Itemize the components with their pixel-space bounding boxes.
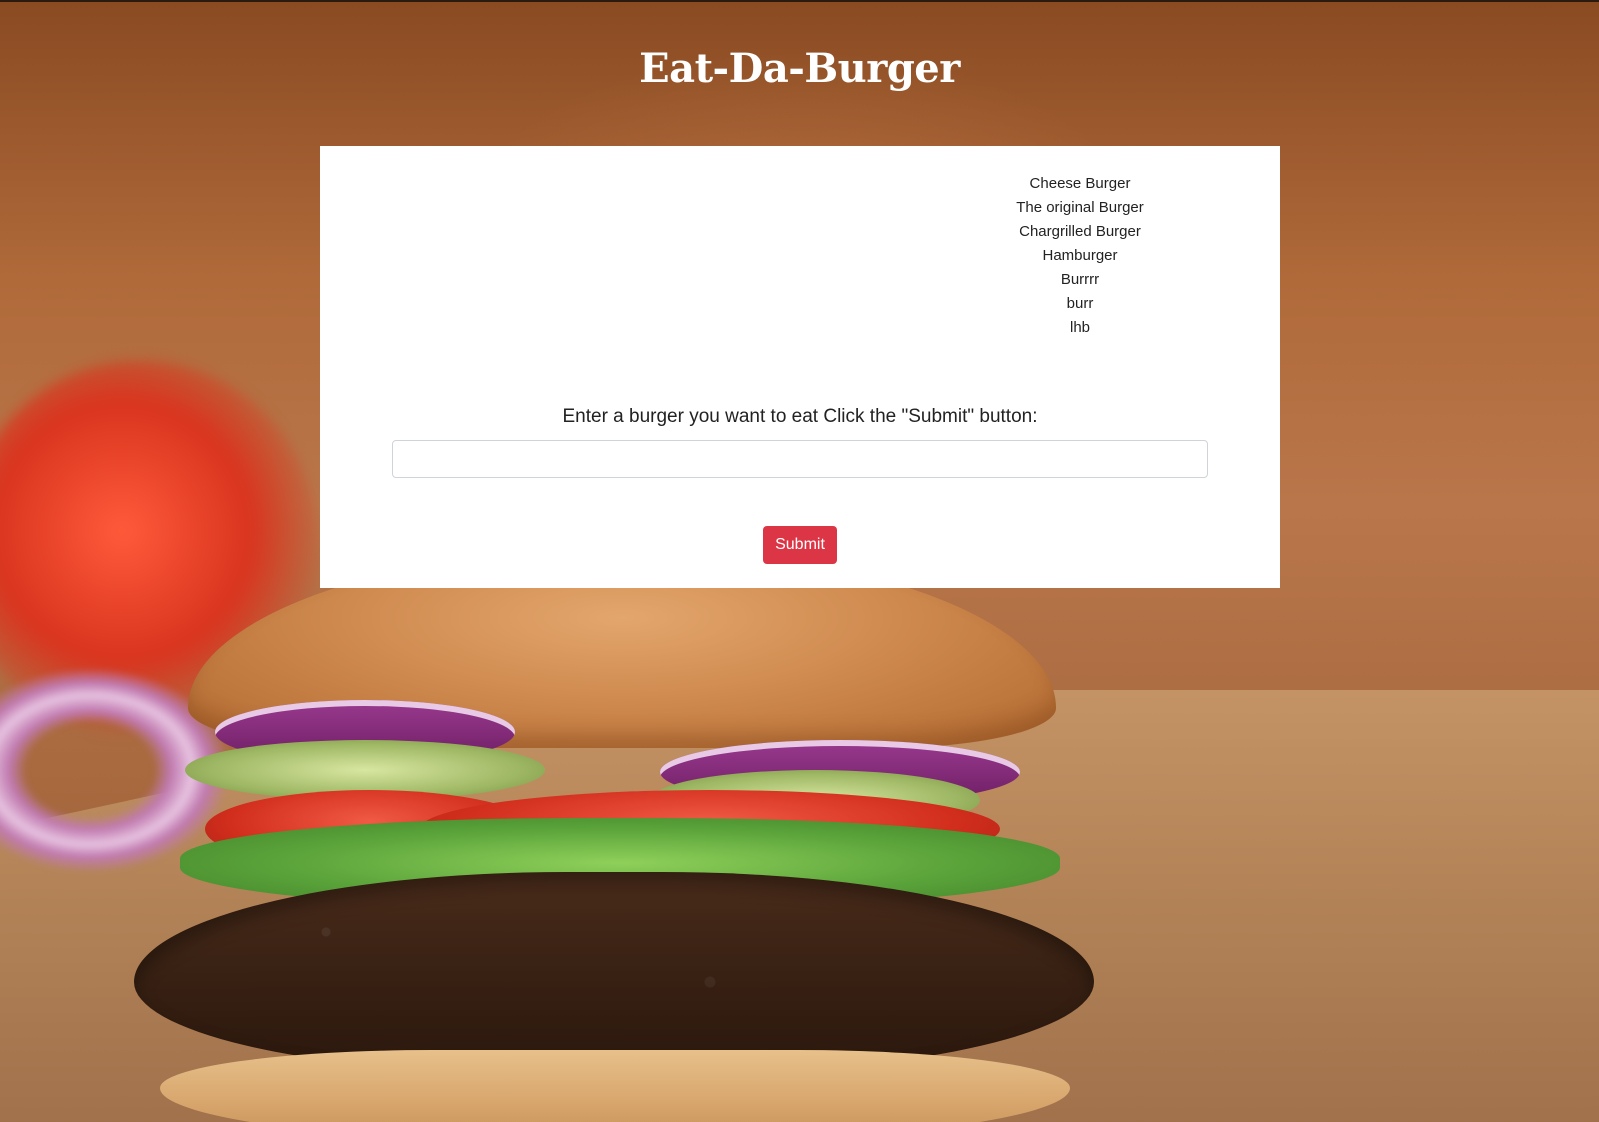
burger-item: Chargrilled Burger <box>1019 223 1141 240</box>
burger-item: Cheese Burger <box>1029 175 1131 192</box>
burger-bun-bottom <box>160 1050 1070 1122</box>
cutting-board <box>0 690 1599 1122</box>
burger-item: Burrrr <box>1060 271 1100 288</box>
onion-image <box>0 660 240 880</box>
pickle-slice <box>650 770 980 830</box>
burger-patty <box>134 872 1094 1072</box>
burger-item: Hamburger <box>1042 247 1118 264</box>
tomato-slice <box>205 790 535 868</box>
burger-list: Cheese Burger The original Burger Chargr… <box>960 172 1200 340</box>
burger-item: lhb <box>1069 319 1091 336</box>
top-border <box>0 0 1599 2</box>
page-title: Eat-Da-Burger <box>639 45 960 92</box>
form-instruction: Enter a burger you want to eat Click the… <box>562 406 1038 427</box>
tomato-slice <box>420 790 1000 868</box>
onion-slice <box>215 700 515 764</box>
burger-item: The original Burger <box>1016 199 1144 216</box>
onion-slice <box>660 740 1020 804</box>
burger-card: Cheese Burger The original Burger Chargr… <box>320 146 1280 588</box>
burger-item: burr <box>1066 295 1094 312</box>
submit-button[interactable]: Submit <box>763 526 837 564</box>
tomato-image <box>0 360 320 740</box>
pickle-slice <box>185 740 545 800</box>
burger-name-input[interactable] <box>392 440 1208 478</box>
lettuce <box>180 818 1060 908</box>
